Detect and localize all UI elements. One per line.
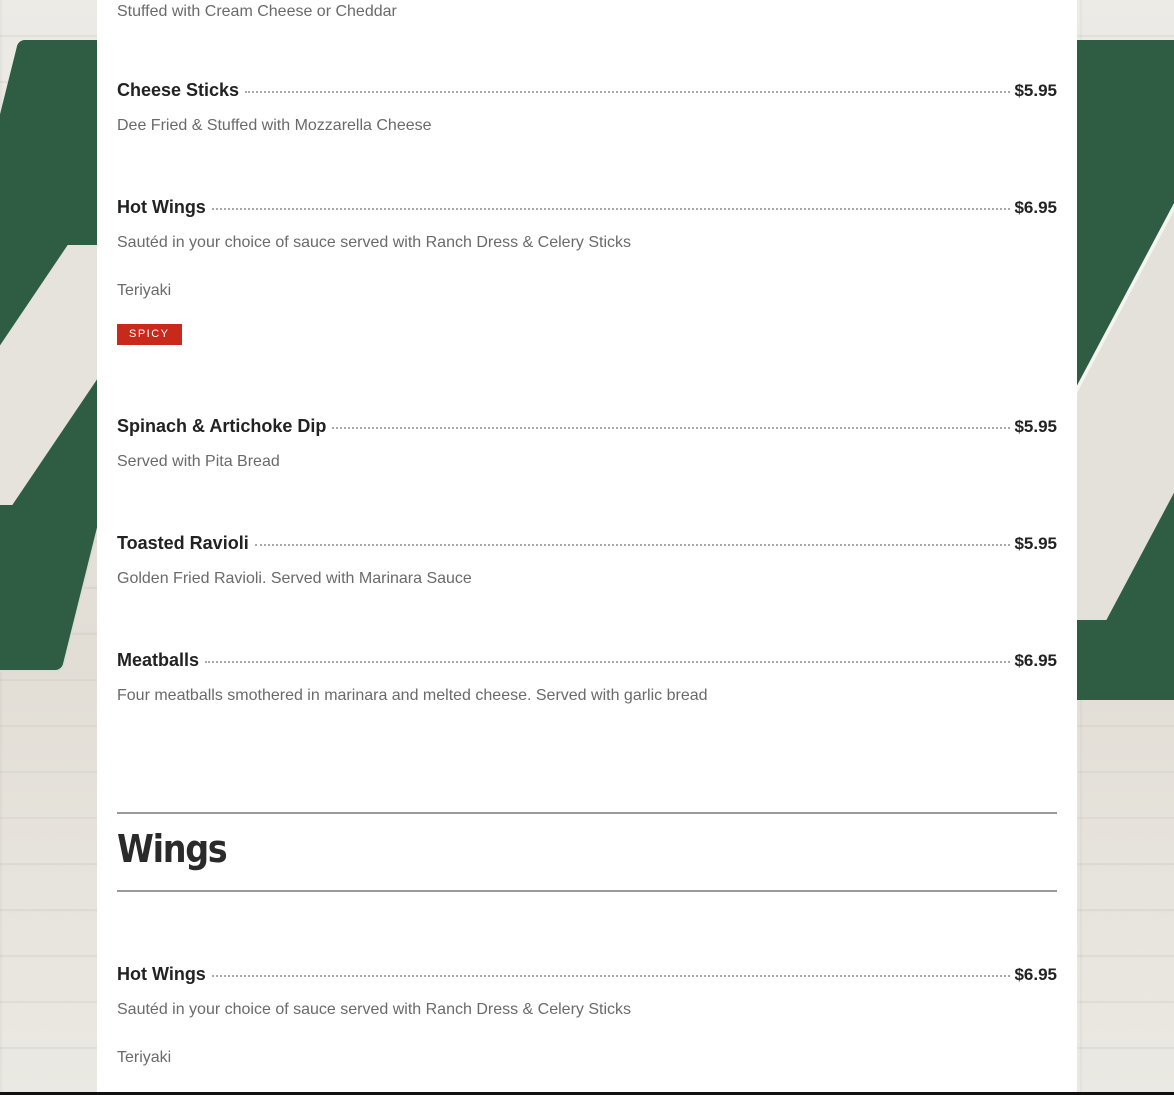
menu-item-price: $6.95 [1014,198,1057,217]
section-divider-bottom [117,890,1057,892]
menu-item-header: Cheese Sticks $5.95 [117,80,1057,101]
menu-item-name: Meatballs [117,650,200,670]
menu-item-price: $6.95 [1014,965,1057,984]
menu-item-description: Sautéd in your choice of sauce served wi… [117,1001,632,1018]
menu-item-description: Four meatballs smothered in marinara and… [117,687,708,704]
menu-item-description: Sautéd in your choice of sauce served wi… [117,234,632,251]
menu-item-description: Golden Fried Ravioli. Served with Marina… [117,570,472,587]
menu-item-name: Cheese Sticks [117,80,240,100]
menu-item-header: Hot Wings $6.95 [117,197,1057,218]
menu-item-name: Hot Wings [117,964,206,984]
dotted-leader [254,544,1011,546]
menu-item-toasted-ravioli: Toasted Ravioli $5.95 Golden Fried Ravio… [117,533,1057,588]
menu-item-name: Hot Wings [117,197,206,217]
menu-item-price: $5.95 [1014,81,1057,100]
menu-item-hot-wings: Hot Wings $6.95 Sautéd in your choice of… [117,197,1057,345]
menu-panel: Stuffed with Cream Cheese or Cheddar Che… [97,0,1077,1092]
menu-item-header: Hot Wings $6.95 [117,964,1057,985]
menu-item-description: Served with Pita Bread [117,453,280,470]
dotted-leader [211,208,1011,210]
menu-item-spinach-artichoke-dip: Spinach & Artichoke Dip $5.95 Served wit… [117,416,1057,471]
dotted-leader [332,427,1011,429]
menu-item-header: Meatballs $6.95 [117,650,1057,671]
menu-item-header: Toasted Ravioli $5.95 [117,533,1057,554]
menu-item-name: Spinach & Artichoke Dip [117,416,327,436]
menu-item-hot-wings: Hot Wings $6.95 Sautéd in your choice of… [117,964,1057,1067]
menu-item-name: Toasted Ravioli [117,533,249,553]
section-title: Wings [117,827,228,871]
dotted-leader [245,91,1011,93]
menu-item-option: Teriyaki [117,282,172,299]
menu-item-option: Teriyaki [117,1049,172,1066]
dotted-leader [211,975,1011,977]
menu-item-description: Dee Fried & Stuffed with Mozzarella Chee… [117,117,432,134]
menu-item-cheese-sticks: Cheese Sticks $5.95 Dee Fried & Stuffed … [117,80,1057,135]
menu-item-price: $5.95 [1014,534,1057,553]
dotted-leader [205,661,1011,663]
menu-item-price: $6.95 [1014,651,1057,670]
item-description: Stuffed with Cream Cheese or Cheddar [117,3,397,20]
menu-item-meatballs: Meatballs $6.95 Four meatballs smothered… [117,650,1057,705]
spicy-badge: SPICY [117,324,182,345]
menu-item-price: $5.95 [1014,417,1057,436]
section-divider-top [117,812,1057,814]
menu-item-header: Spinach & Artichoke Dip $5.95 [117,416,1057,437]
